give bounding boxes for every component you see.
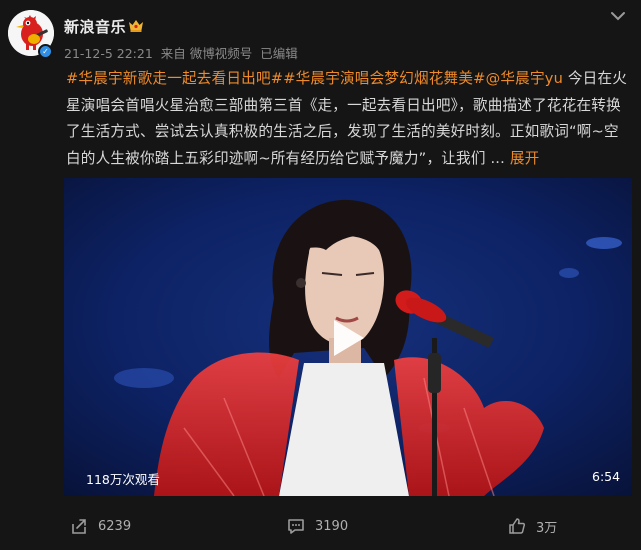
like-button[interactable]: 3万: [508, 515, 557, 537]
post-meta: 21-12-5 22:21 来自 微博视频号 已编辑: [64, 43, 302, 62]
chevron-down-icon[interactable]: [610, 11, 626, 21]
comment-button[interactable]: 3190: [287, 515, 348, 537]
post-date[interactable]: 21-12-5 22:21: [64, 46, 153, 61]
video-view-count: 118万次观看: [86, 472, 160, 487]
thumbs-up-icon: [509, 518, 526, 534]
like-count: 3万: [536, 520, 558, 536]
verified-badge-icon: ✓: [38, 44, 53, 59]
crown-vip-icon[interactable]: [128, 19, 144, 32]
comment-icon: [288, 519, 304, 534]
user-name[interactable]: 新浪音乐: [64, 16, 126, 37]
repost-count: 6239: [98, 518, 132, 534]
post-source: 来自 微博视频号: [160, 46, 253, 61]
repost-button[interactable]: 6239: [70, 515, 131, 537]
expand-link[interactable]: 展开: [510, 150, 540, 167]
play-icon[interactable]: [330, 318, 366, 358]
repost-icon: [72, 519, 86, 534]
post-text: #华晨宇新歌走一起去看日出吧##华晨宇演唱会梦幻烟花舞美#@华晨宇yu 今日在火…: [66, 66, 632, 172]
weibo-post-card: ✓ 新浪音乐 21-12-5 22:21 来自 微博视频号 已编辑 #华晨宇新歌…: [0, 0, 641, 550]
ellipsis: ...: [490, 149, 505, 167]
comment-count: 3190: [315, 518, 349, 534]
edited-label[interactable]: 已编辑: [260, 46, 298, 61]
topic-tag[interactable]: #华晨宇新歌走一起去看日出吧#: [66, 70, 283, 87]
topic-tag[interactable]: #华晨宇演唱会梦幻烟花舞美#: [283, 70, 485, 87]
video-duration: 6:54: [592, 469, 621, 484]
mention-link[interactable]: @华晨宇yu: [486, 70, 563, 87]
